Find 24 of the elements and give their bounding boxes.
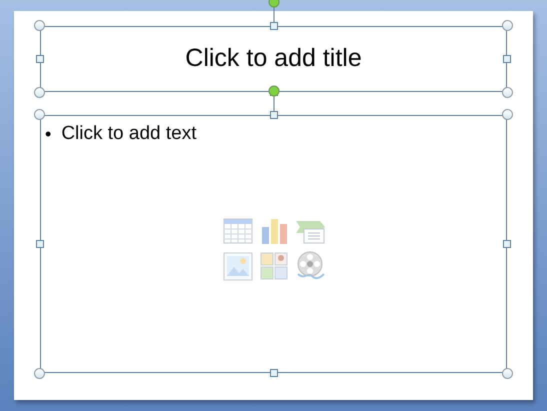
resize-handle[interactable] (270, 111, 278, 119)
resize-handle[interactable] (34, 20, 45, 31)
resize-handle[interactable] (502, 20, 513, 31)
resize-handle[interactable] (270, 369, 278, 377)
bullet: • (45, 122, 52, 146)
resize-handle[interactable] (502, 87, 513, 98)
resize-handle[interactable] (34, 87, 45, 98)
resize-handle[interactable] (502, 368, 513, 379)
body-text: Click to add text (61, 122, 196, 146)
resize-handle[interactable] (34, 368, 45, 379)
body-placeholder[interactable]: • Click to add text (40, 115, 507, 373)
title-text: Click to add title (185, 43, 362, 74)
resize-handle[interactable] (503, 240, 511, 248)
resize-handle[interactable] (34, 109, 45, 120)
resize-handle[interactable] (270, 22, 278, 30)
picture-icon[interactable] (222, 250, 254, 282)
resize-handle[interactable] (502, 109, 513, 120)
clip-art-icon[interactable] (258, 250, 290, 282)
resize-handle[interactable] (36, 240, 44, 248)
resize-handle[interactable] (36, 55, 44, 63)
resize-handle[interactable] (503, 55, 511, 63)
title-placeholder[interactable]: Click to add title (40, 26, 507, 92)
rotation-handle[interactable] (268, 85, 280, 111)
rotation-handle[interactable] (268, 0, 280, 22)
